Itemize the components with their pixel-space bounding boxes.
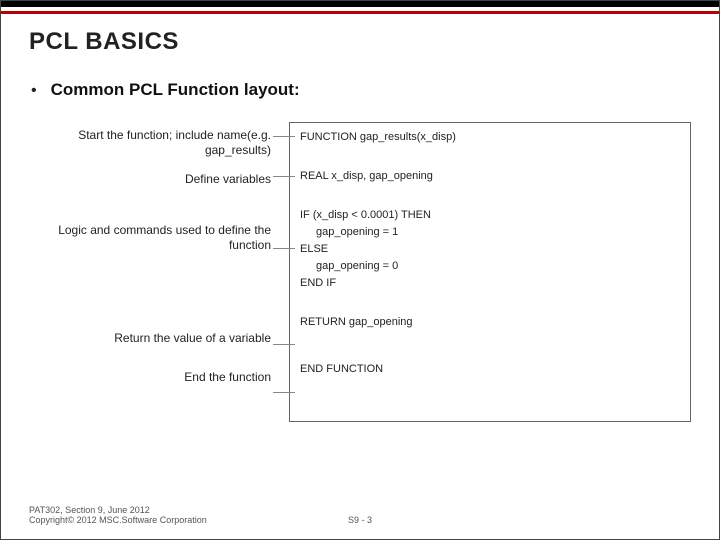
code-line-real: REAL x_disp, gap_opening [300,168,680,185]
code-line-function: FUNCTION gap_results(x_disp) [300,129,680,146]
code-line-gap0: gap_opening = 0 [300,258,680,275]
label-define-variables: Define variables [29,172,289,187]
bullet-dot-icon: • [29,80,37,102]
footer-page: S9 - 3 [348,515,372,525]
code-box: FUNCTION gap_results(x_disp) REAL x_disp… [289,122,691,422]
connector-line [273,392,295,393]
function-layout: Start the function; include name(e.g. ga… [29,122,691,422]
labels-column: Start the function; include name(e.g. ga… [29,122,289,422]
connector-line [273,248,295,249]
code-line-else: ELSE [300,241,680,258]
connector-line [273,176,295,177]
footer: PAT302, Section 9, June 2012 Copyright© … [29,505,691,525]
code-line-gap1: gap_opening = 1 [300,224,680,241]
label-return: Return the value of a variable [29,331,289,346]
connector-line [273,136,295,137]
bullet-list: • Common PCL Function layout: [29,80,691,102]
bullet-row: • Common PCL Function layout: [29,80,691,102]
label-logic: Logic and commands used to define the fu… [29,223,289,253]
label-end-function: End the function [29,370,289,385]
footer-course: PAT302, Section 9, June 2012 [29,505,207,515]
page-title: PCL BASICS [29,28,691,56]
label-start-function: Start the function; include name(e.g. ga… [29,128,289,158]
footer-left: PAT302, Section 9, June 2012 Copyright© … [29,505,207,525]
content-area: PCL BASICS • Common PCL Function layout:… [1,14,719,422]
footer-copyright: Copyright© 2012 MSC.Software Corporation [29,515,207,525]
code-line-if: IF (x_disp < 0.0001) THEN [300,207,680,224]
bullet-text: Common PCL Function layout: [51,80,300,100]
code-line-endfunction: END FUNCTION [300,361,680,378]
top-black-bar [1,1,719,7]
slide: PCL BASICS • Common PCL Function layout:… [0,0,720,540]
code-line-endif: END IF [300,275,680,292]
connector-line [273,344,295,345]
code-line-return: RETURN gap_opening [300,314,680,331]
